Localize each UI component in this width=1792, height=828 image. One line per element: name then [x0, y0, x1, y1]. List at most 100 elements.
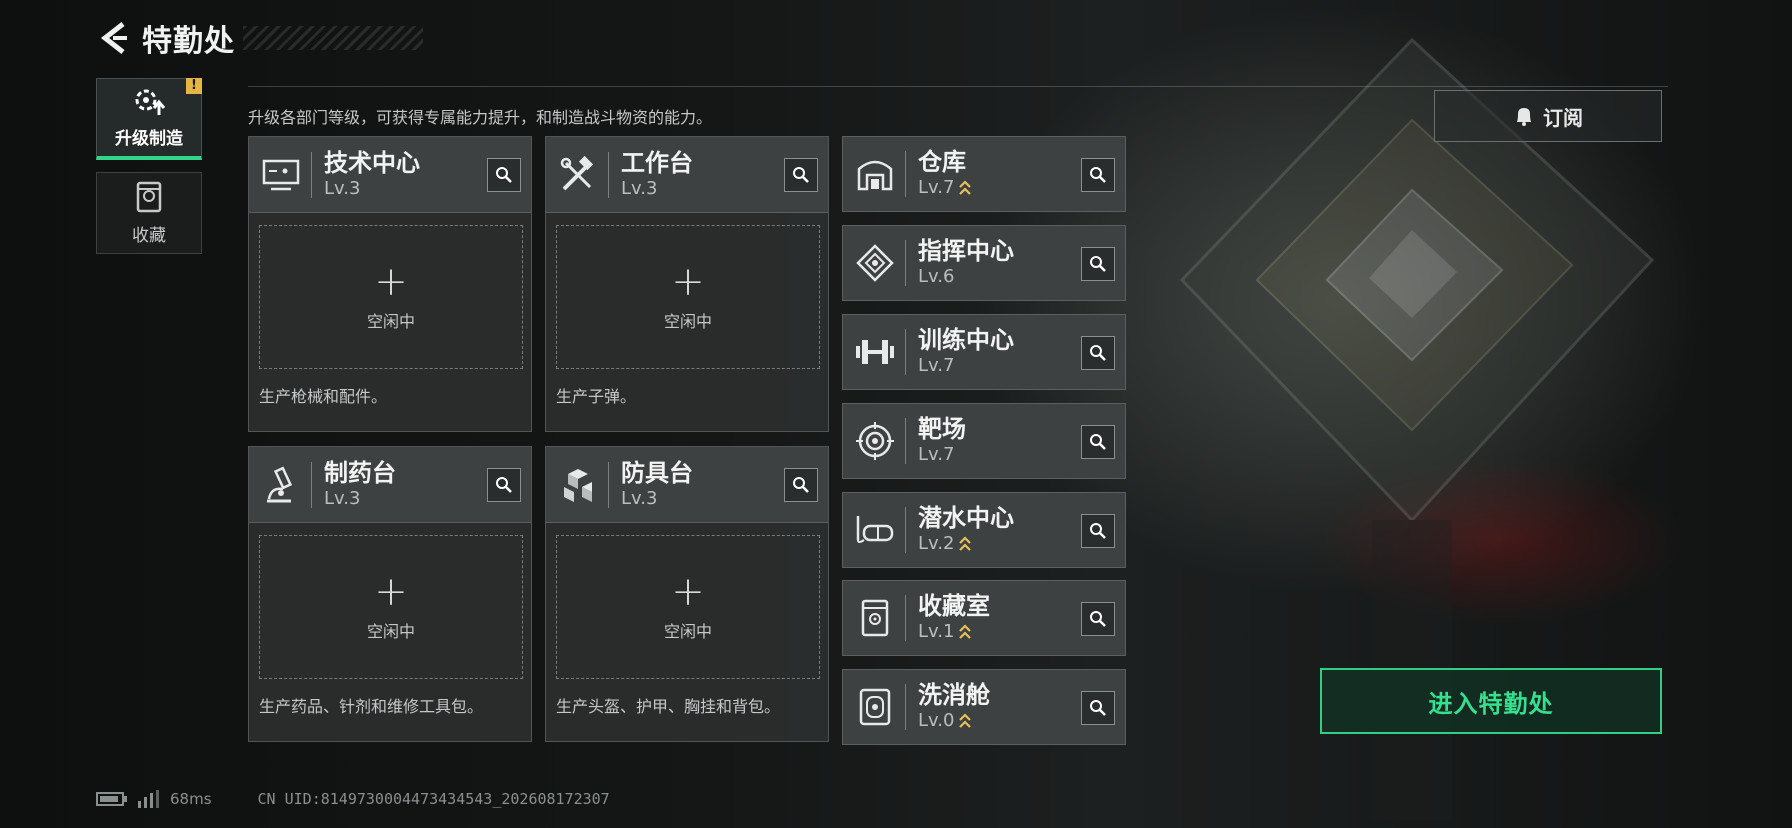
inspect-button[interactable] — [784, 468, 818, 502]
enter-special-ops-button[interactable]: 进入特勤处 — [1320, 668, 1662, 734]
production-slot[interactable]: + 空闲中 — [259, 225, 523, 369]
card-description: 生产药品、针剂和维修工具包。 — [259, 697, 484, 716]
separator — [905, 418, 906, 464]
inspect-button[interactable] — [1081, 602, 1115, 636]
inspect-button[interactable] — [1081, 336, 1115, 370]
facility-name: 工作台 — [621, 148, 693, 177]
facility-level: Lv.1 — [918, 620, 990, 644]
inspect-button[interactable] — [1081, 158, 1115, 192]
level-text: Lv.7 — [918, 177, 955, 198]
inspect-button[interactable] — [487, 468, 521, 502]
facility-row-training-center[interactable]: 训练中心 Lv.7 — [842, 314, 1126, 390]
plus-icon: + — [671, 259, 705, 305]
microscope-icon — [253, 457, 309, 513]
separator — [905, 240, 906, 286]
production-slot[interactable]: + 空闲中 — [556, 225, 820, 369]
enter-button-label: 进入特勤处 — [1428, 689, 1554, 718]
upgrade-gear-icon — [135, 89, 166, 115]
separator — [608, 151, 609, 198]
user-uid: CN UID:8149730004473434543_202608172307 — [257, 790, 610, 808]
facility-row-warehouse[interactable]: 仓库 Lv.7 — [842, 136, 1126, 212]
card-description: 生产头盔、护甲、胸挂和背包。 — [556, 697, 781, 716]
facility-level: Lv.3 — [621, 487, 658, 509]
card-header[interactable]: 制药台 Lv.3 — [249, 447, 531, 523]
subscribe-button[interactable]: 订阅 — [1434, 90, 1662, 142]
facility-level: Lv.6 — [918, 266, 955, 287]
production-card-tech-center: 技术中心 Lv.3 + 空闲中 生产枪械和配件。 — [248, 136, 532, 432]
plus-icon: + — [374, 259, 408, 305]
separator — [905, 151, 906, 197]
facility-level: Lv.3 — [324, 487, 361, 509]
separator — [311, 461, 312, 508]
card-header[interactable]: 技术中心 Lv.3 — [249, 137, 531, 213]
facility-row-diving-center[interactable]: 潜水中心 Lv.2 — [842, 492, 1126, 568]
search-icon — [496, 167, 512, 183]
facility-name: 仓库 — [918, 148, 966, 176]
facility-row-shooting-range[interactable]: 靶场 Lv.7 — [842, 403, 1126, 479]
header: 特勤处 — [96, 16, 423, 60]
sidebar-item-upgrade[interactable]: ! 升级制造 — [96, 78, 202, 160]
facility-level: Lv.7 — [918, 355, 955, 376]
search-icon — [1090, 700, 1106, 716]
sidebar-item-label: 升级制造 — [115, 129, 183, 149]
collection-case-icon — [136, 181, 162, 212]
facility-name: 技术中心 — [324, 148, 420, 177]
production-slot[interactable]: + 空闲中 — [556, 535, 820, 679]
production-card-workbench: 工作台 Lv.3 + 空闲中 生产子弹。 — [545, 136, 829, 432]
target-icon — [847, 413, 903, 469]
bell-icon — [1517, 108, 1531, 126]
page-description: 升级各部门等级，可获得专属能力提升，和制造战斗物资的能力。 — [248, 108, 713, 127]
upgrade-arrow-icon — [959, 536, 972, 551]
separator — [905, 684, 906, 730]
facility-row-command-center[interactable]: 指挥中心 Lv.6 — [842, 225, 1126, 301]
decon-pod-icon — [847, 679, 903, 735]
sidebar-item-collection[interactable]: 收藏 — [96, 172, 202, 254]
separator — [905, 507, 906, 553]
back-arrow-icon — [100, 22, 127, 54]
separator — [905, 595, 906, 641]
inspect-button[interactable] — [1081, 247, 1115, 281]
card-header[interactable]: 防具台 Lv.3 — [546, 447, 828, 523]
card-description: 生产子弹。 — [556, 387, 637, 406]
ping-value: 68ms — [170, 790, 212, 808]
divider — [248, 86, 1668, 87]
inspect-button[interactable] — [784, 158, 818, 192]
facility-level: Lv.3 — [621, 177, 658, 199]
back-button[interactable] — [96, 18, 132, 58]
command-chip-icon — [847, 235, 903, 291]
facility-row-collection-room[interactable]: 收藏室 Lv.1 — [842, 580, 1126, 656]
inspect-button[interactable] — [1081, 691, 1115, 725]
card-header[interactable]: 工作台 Lv.3 — [546, 137, 828, 213]
status-bar: 68ms CN UID:8149730004473434543_20260817… — [96, 786, 610, 812]
facility-row-decon-pod[interactable]: 洗消舱 Lv.0 — [842, 669, 1126, 745]
level-text: Lv.0 — [918, 710, 955, 731]
search-icon — [1090, 167, 1106, 183]
production-card-armory: 防具台 Lv.3 + 空闲中 生产头盔、护甲、胸挂和背包。 — [545, 446, 829, 742]
search-icon — [1090, 345, 1106, 361]
plus-icon: + — [671, 569, 705, 615]
facility-level: Lv.7 — [918, 176, 972, 200]
battery-icon — [96, 792, 127, 806]
facility-name: 靶场 — [918, 415, 966, 443]
level-text: Lv.2 — [918, 533, 955, 554]
search-icon — [1090, 256, 1106, 272]
facility-name: 防具台 — [621, 458, 693, 487]
card-description: 生产枪械和配件。 — [259, 387, 388, 406]
inspect-button[interactable] — [1081, 514, 1115, 548]
facility-level: Lv.3 — [324, 177, 361, 199]
separator — [905, 329, 906, 375]
slot-status: 空闲中 — [663, 312, 712, 331]
diving-mask-icon — [847, 502, 903, 558]
level-text: Lv.1 — [918, 621, 955, 642]
production-slot[interactable]: + 空闲中 — [259, 535, 523, 679]
separator — [608, 461, 609, 508]
inspect-button[interactable] — [487, 158, 521, 192]
tools-icon — [550, 147, 606, 203]
facility-level: Lv.0 — [918, 709, 990, 733]
facility-name: 潜水中心 — [918, 504, 1014, 532]
page-title: 特勤处 — [142, 24, 235, 59]
plus-icon: + — [374, 569, 408, 615]
facility-name: 制药台 — [324, 458, 396, 487]
facility-name: 指挥中心 — [918, 237, 1014, 265]
inspect-button[interactable] — [1081, 425, 1115, 459]
